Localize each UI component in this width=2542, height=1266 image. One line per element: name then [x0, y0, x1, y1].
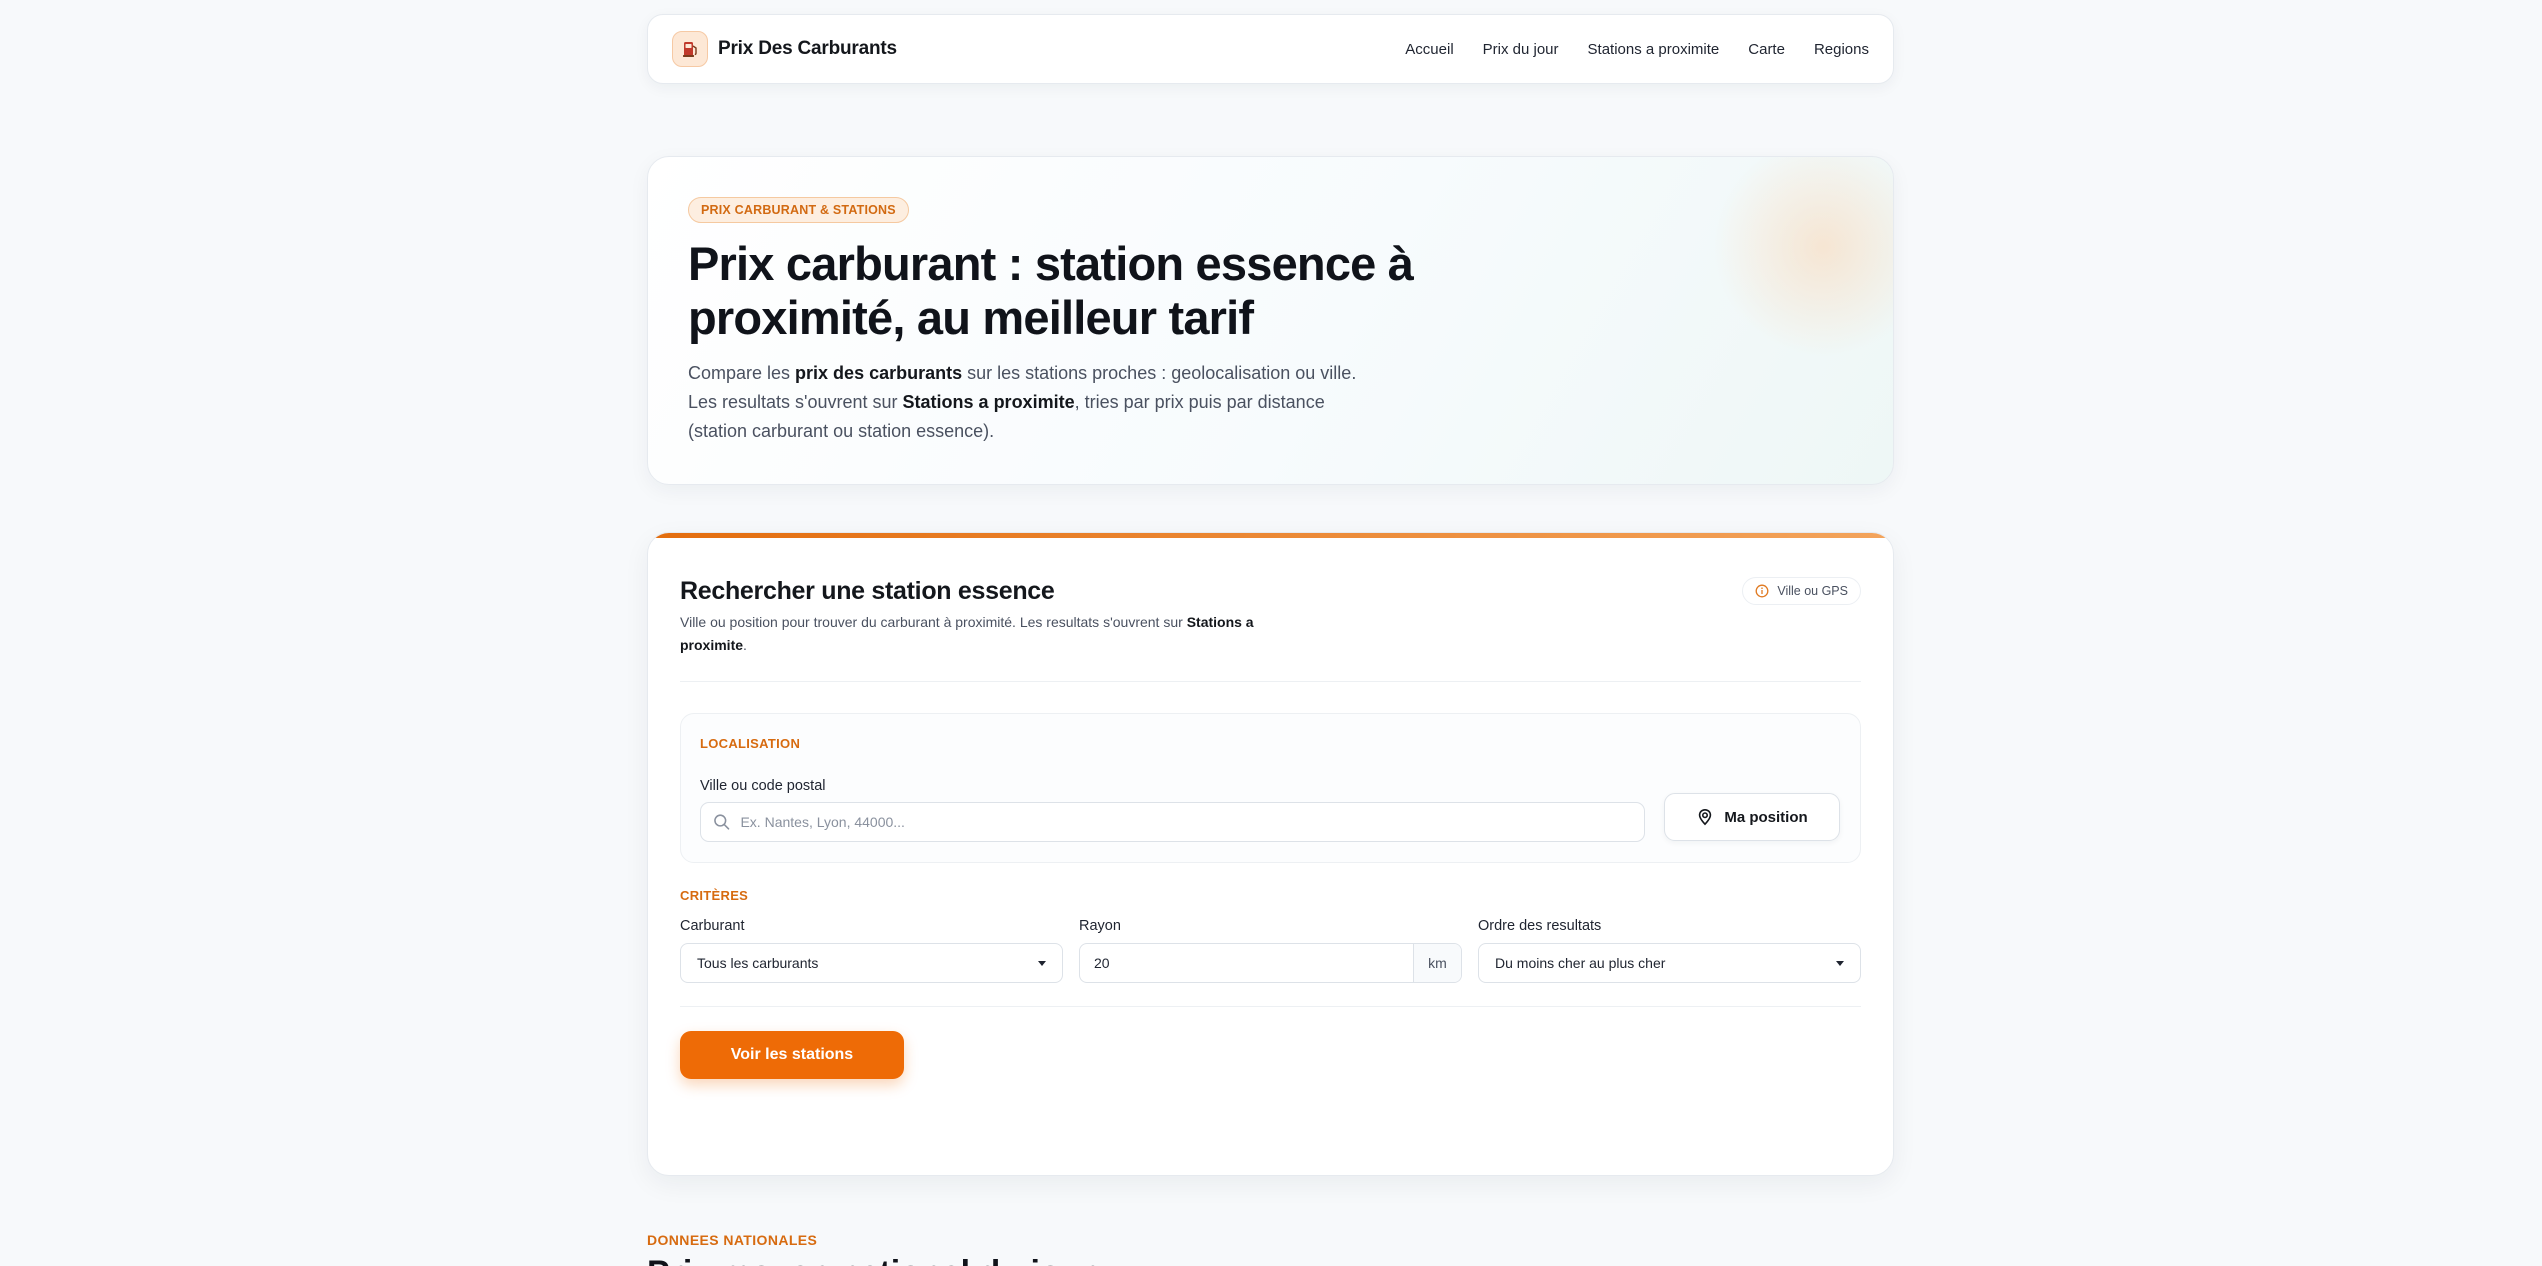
national-section-label: DONNEES NATIONALES	[647, 1232, 818, 1248]
hero-text-bold: Stations a proximite	[902, 392, 1075, 412]
radius-unit: km	[1413, 944, 1461, 982]
nav-stations-proximite[interactable]: Stations a proximite	[1588, 41, 1720, 58]
search-sub-part: Ville ou position pour trouver du carbur…	[680, 614, 1187, 630]
divider	[680, 681, 1861, 682]
nav-prix-du-jour[interactable]: Prix du jour	[1483, 41, 1559, 58]
hero-text-bold: prix des carburants	[795, 363, 963, 383]
fuel-station-icon	[672, 31, 708, 67]
hint-pill: Ville ou GPS	[1742, 577, 1861, 605]
city-search-field[interactable]	[700, 802, 1645, 842]
location-section-label: LOCALISATION	[700, 736, 801, 751]
order-select[interactable]: Du moins cher au plus cher	[1478, 943, 1861, 983]
fuel-field: Carburant Tous les carburants	[680, 918, 1063, 983]
search-subtitle: Ville ou position pour trouver du carbur…	[680, 611, 1280, 657]
chevron-down-icon	[1038, 960, 1046, 966]
nav-links: Accueil Prix du jour Stations a proximit…	[1405, 41, 1869, 58]
my-position-label: Ma position	[1724, 808, 1808, 826]
city-label: Ville ou code postal	[700, 778, 826, 794]
location-pin-icon	[1699, 808, 1712, 826]
chevron-down-icon	[1836, 960, 1844, 966]
fuel-select[interactable]: Tous les carburants	[680, 943, 1063, 983]
radius-label: Rayon	[1079, 918, 1121, 934]
fuel-select-value: Tous les carburants	[697, 955, 819, 971]
national-section-title: Prix moyen national du jour	[647, 1254, 1095, 1266]
search-card: Rechercher une station essence Ville ou …	[647, 532, 1894, 1176]
criteria-section-label: CRITÈRES	[680, 888, 749, 903]
brand-name: Prix Des Carburants	[718, 38, 897, 59]
nav-carte[interactable]: Carte	[1748, 41, 1785, 58]
radius-field: Rayon 20 km	[1079, 918, 1462, 983]
order-select-value: Du moins cher au plus cher	[1495, 955, 1666, 971]
top-navbar: Prix Des Carburants Accueil Prix du jour…	[647, 14, 1894, 84]
see-stations-button[interactable]: Voir les stations	[680, 1031, 904, 1079]
divider	[680, 1006, 1861, 1007]
hero-badge: PRIX CARBURANT & STATIONS	[688, 197, 909, 223]
hero-title: Prix carburant : station essence à proxi…	[688, 237, 1414, 344]
criteria-grid: Carburant Tous les carburants Rayon 20 k…	[680, 918, 1861, 983]
radius-input[interactable]: 20 km	[1079, 943, 1462, 983]
city-input[interactable]	[740, 814, 1632, 830]
radius-value[interactable]: 20	[1080, 955, 1413, 971]
hint-text: Ville ou GPS	[1777, 584, 1848, 598]
brand[interactable]: Prix Des Carburants	[672, 31, 897, 67]
order-field: Ordre des resultats Du moins cher au plu…	[1478, 918, 1861, 983]
nav-accueil[interactable]: Accueil	[1405, 41, 1453, 58]
order-label: Ordre des resultats	[1478, 918, 1602, 934]
hero-section: PRIX CARBURANT & STATIONS Prix carburant…	[647, 156, 1894, 485]
search-title: Rechercher une station essence	[680, 577, 1055, 605]
nav-regions[interactable]: Regions	[1814, 41, 1869, 58]
fuel-label: Carburant	[680, 918, 745, 934]
hero-text-part: Compare les	[688, 363, 796, 383]
info-icon	[1755, 584, 1769, 598]
search-sub-part: .	[743, 637, 747, 653]
location-box: LOCALISATION Ville ou code postal Ma pos…	[680, 713, 1861, 863]
hero-description: Compare les prix des carburants sur les …	[688, 359, 1368, 446]
my-position-button[interactable]: Ma position	[1664, 793, 1840, 841]
search-icon	[714, 814, 730, 830]
